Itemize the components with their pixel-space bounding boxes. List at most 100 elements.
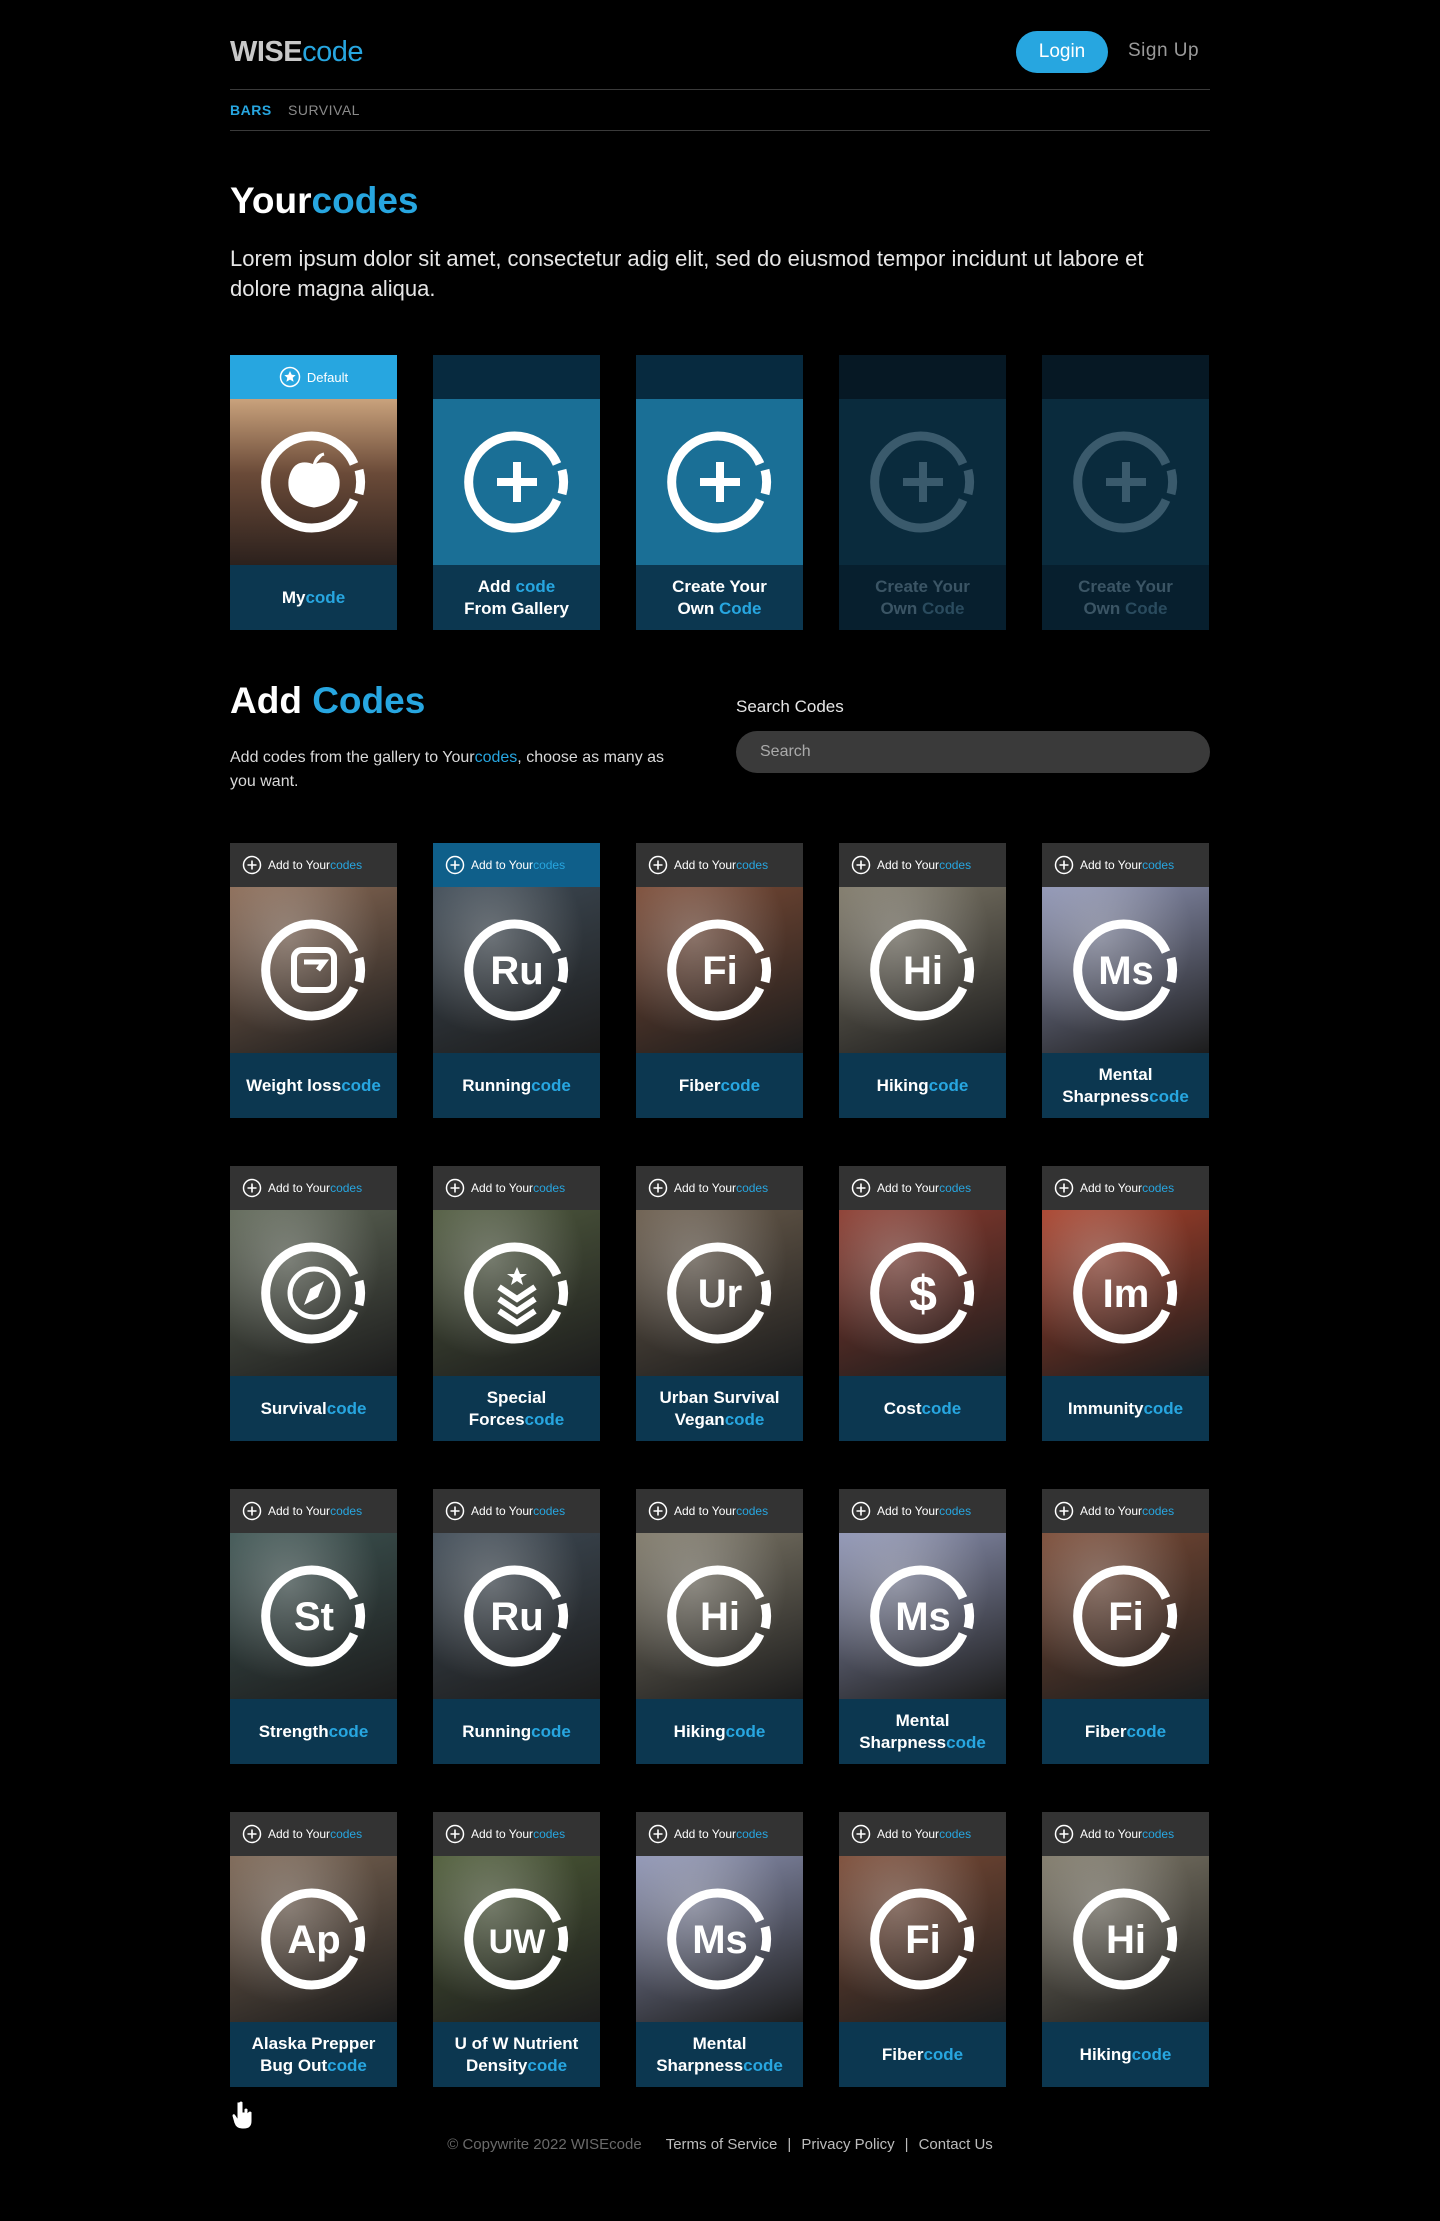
plus-circle-icon [851, 1501, 871, 1521]
plus-circle-icon [1054, 1501, 1074, 1521]
code-image: Fi [1042, 1533, 1209, 1699]
label-line2: Own [1083, 598, 1126, 618]
gallery-code-card[interactable]: Add to Yourcodes Ru Runningcode [433, 843, 600, 1118]
your-code-card[interactable]: Add code From Gallery [433, 355, 600, 630]
code-image: Ru [433, 1533, 600, 1699]
add-to-your-codes-button[interactable]: Add to Yourcodes [433, 1489, 600, 1533]
gallery-code-card[interactable]: Add to Yourcodes Ur Urban Survival Vegancod… [636, 1166, 803, 1441]
gallery-code-card[interactable]: Add to Yourcodes Special Forcescode [433, 1166, 600, 1441]
add-label: Add to Yourcodes [471, 1827, 565, 1841]
gallery-code-card[interactable]: Add to Yourcodes Hi Hikingcode [636, 1489, 803, 1764]
tab-survival[interactable]: SURVIVAL [288, 102, 360, 118]
gallery-code-card[interactable]: Add to Yourcodes UW U of W Nutrient Density… [433, 1812, 600, 2087]
privacy-link[interactable]: Privacy Policy [801, 2136, 894, 2153]
apple-icon [260, 431, 365, 533]
signup-link[interactable]: Sign Up [1128, 40, 1199, 62]
label-code-suffix: code [327, 2055, 367, 2075]
gallery-code-card[interactable]: Add to Yourcodes Ms Mental Sharpnesscode [636, 1812, 803, 2087]
add-to-your-codes-button[interactable]: Add to Yourcodes [1042, 1812, 1209, 1856]
title-part: Your [230, 180, 312, 221]
add-label: Add to Yourcodes [877, 1827, 971, 1841]
your-code-card[interactable]: Create Your Own Code [1042, 355, 1209, 630]
contact-link[interactable]: Contact Us [919, 2136, 993, 2153]
add-label-text: Add to Your [1080, 1181, 1143, 1195]
add-to-your-codes-button[interactable]: Add to Yourcodes [433, 1166, 600, 1210]
code-ring-icon: Fi [1072, 1565, 1177, 1667]
gallery-code-card[interactable]: Add to Yourcodes Ap Alaska Prepper Bug Outc… [230, 1812, 397, 2087]
plus-icon [869, 431, 974, 533]
add-to-your-codes-button[interactable]: Add to Yourcodes [839, 1166, 1006, 1210]
add-to-your-codes-button[interactable]: Add to Yourcodes [230, 1166, 397, 1210]
add-to-your-codes-button[interactable]: Add to Yourcodes [230, 1489, 397, 1533]
terms-link[interactable]: Terms of Service [666, 2136, 778, 2153]
add-label-text: Add to Your [877, 1827, 940, 1841]
label-text: Urban Survival Vegancode [660, 1387, 780, 1431]
label-text: Create Your Own Code [875, 576, 970, 620]
add-label: Add to Yourcodes [1080, 1504, 1174, 1518]
code-ring-icon: Ru [463, 1565, 568, 1667]
label-text: Survivalcode [261, 1398, 367, 1420]
gallery-code-card[interactable]: Add to Yourcodes Survivalcode [230, 1166, 397, 1441]
add-label-accent: codes [533, 858, 566, 872]
label-text: Fibercode [882, 2044, 963, 2066]
label-line1: Mental [895, 1710, 950, 1730]
your-code-card[interactable]: Default Mycode [230, 355, 397, 630]
plus-circle-icon [851, 1824, 871, 1844]
gallery-code-card[interactable]: Add to Yourcodes Fi Fibercode [636, 843, 803, 1118]
label-code-suffix: code [743, 2055, 783, 2075]
your-code-card[interactable]: Create Your Own Code [839, 355, 1006, 630]
add-label-text: Add to Your [471, 1181, 534, 1195]
gallery-code-card[interactable]: Add to Yourcodes Fi Fibercode [1042, 1489, 1209, 1764]
scale-icon [260, 919, 365, 1021]
search-input[interactable] [736, 731, 1210, 773]
code-label: Alaska Prepper Bug Outcode [230, 2022, 397, 2087]
gallery-code-card[interactable]: Add to Yourcodes $ Costcode [839, 1166, 1006, 1441]
tab-bars[interactable]: BARS [230, 102, 272, 118]
label-line2: Density [465, 2055, 528, 2075]
add-label-accent: codes [1142, 858, 1175, 872]
add-to-your-codes-button[interactable]: Add to Yourcodes [839, 1812, 1006, 1856]
logo-wise-text: WISE [230, 36, 303, 68]
add-label-text: Add to Your [877, 1504, 940, 1518]
gallery-code-card[interactable]: Add to Yourcodes Fi Fibercode [839, 1812, 1006, 2087]
add-to-your-codes-button[interactable]: Add to Yourcodes [1042, 1489, 1209, 1533]
label-code-suffix: code [1149, 1086, 1189, 1106]
login-button[interactable]: Login [1016, 31, 1108, 73]
add-label: Add to Yourcodes [268, 1504, 362, 1518]
gallery-code-card[interactable]: Add to Yourcodes Ms Mental Sharpnesscode [839, 1489, 1006, 1764]
wisecode-logo[interactable]: WISEcode [230, 36, 364, 69]
gallery-code-card[interactable]: Add to Yourcodes Weight losscode [230, 843, 397, 1118]
label-code-suffix: code [531, 1075, 571, 1095]
card-image [636, 399, 803, 565]
your-code-card[interactable]: Create Your Own Code [636, 355, 803, 630]
card-image [839, 399, 1006, 565]
svg-text:$: $ [909, 1266, 937, 1322]
add-to-your-codes-button[interactable]: Add to Yourcodes [636, 843, 803, 887]
add-to-your-codes-button[interactable]: Add to Yourcodes [636, 1812, 803, 1856]
add-to-your-codes-button[interactable]: Add to Yourcodes [1042, 843, 1209, 887]
label-text: Hikingcode [674, 1721, 766, 1743]
add-to-your-codes-button[interactable]: Add to Yourcodes [1042, 1166, 1209, 1210]
add-label-text: Add to Your [674, 1181, 737, 1195]
gallery-code-card[interactable]: Add to Yourcodes Ms Mental Sharpnesscode [1042, 843, 1209, 1118]
add-to-your-codes-button[interactable]: Add to Yourcodes [636, 1166, 803, 1210]
label-line1: Mental [692, 2033, 747, 2053]
add-to-your-codes-button[interactable]: Add to Yourcodes [230, 1812, 397, 1856]
gallery-code-card[interactable]: Add to Yourcodes Hi Hikingcode [839, 843, 1006, 1118]
title-part-accent: codes [311, 180, 419, 221]
add-to-your-codes-button[interactable]: Add to Yourcodes [433, 1812, 600, 1856]
gallery-code-card[interactable]: Add to Yourcodes Hi Hikingcode [1042, 1812, 1209, 2087]
add-to-your-codes-button[interactable]: Add to Yourcodes [230, 843, 397, 887]
label-line1: Immunity [1067, 1398, 1144, 1418]
add-to-your-codes-button[interactable]: Add to Yourcodes [636, 1489, 803, 1533]
add-to-your-codes-button[interactable]: Add to Yourcodes [433, 843, 600, 887]
add-to-your-codes-button[interactable]: Add to Yourcodes [839, 843, 1006, 887]
gallery-code-card[interactable]: Add to Yourcodes Im Immunitycode [1042, 1166, 1209, 1441]
code-abbreviation: UW [488, 1923, 546, 1961]
gallery-code-card[interactable]: Add to Yourcodes Ru Runningcode [433, 1489, 600, 1764]
add-to-your-codes-button[interactable]: Add to Yourcodes [839, 1489, 1006, 1533]
code-label: Fibercode [839, 2022, 1006, 2087]
label-line2: Sharpness [1062, 1086, 1150, 1106]
gallery-code-card[interactable]: Add to Yourcodes St Strengthcode [230, 1489, 397, 1764]
code-label: Costcode [839, 1376, 1006, 1441]
